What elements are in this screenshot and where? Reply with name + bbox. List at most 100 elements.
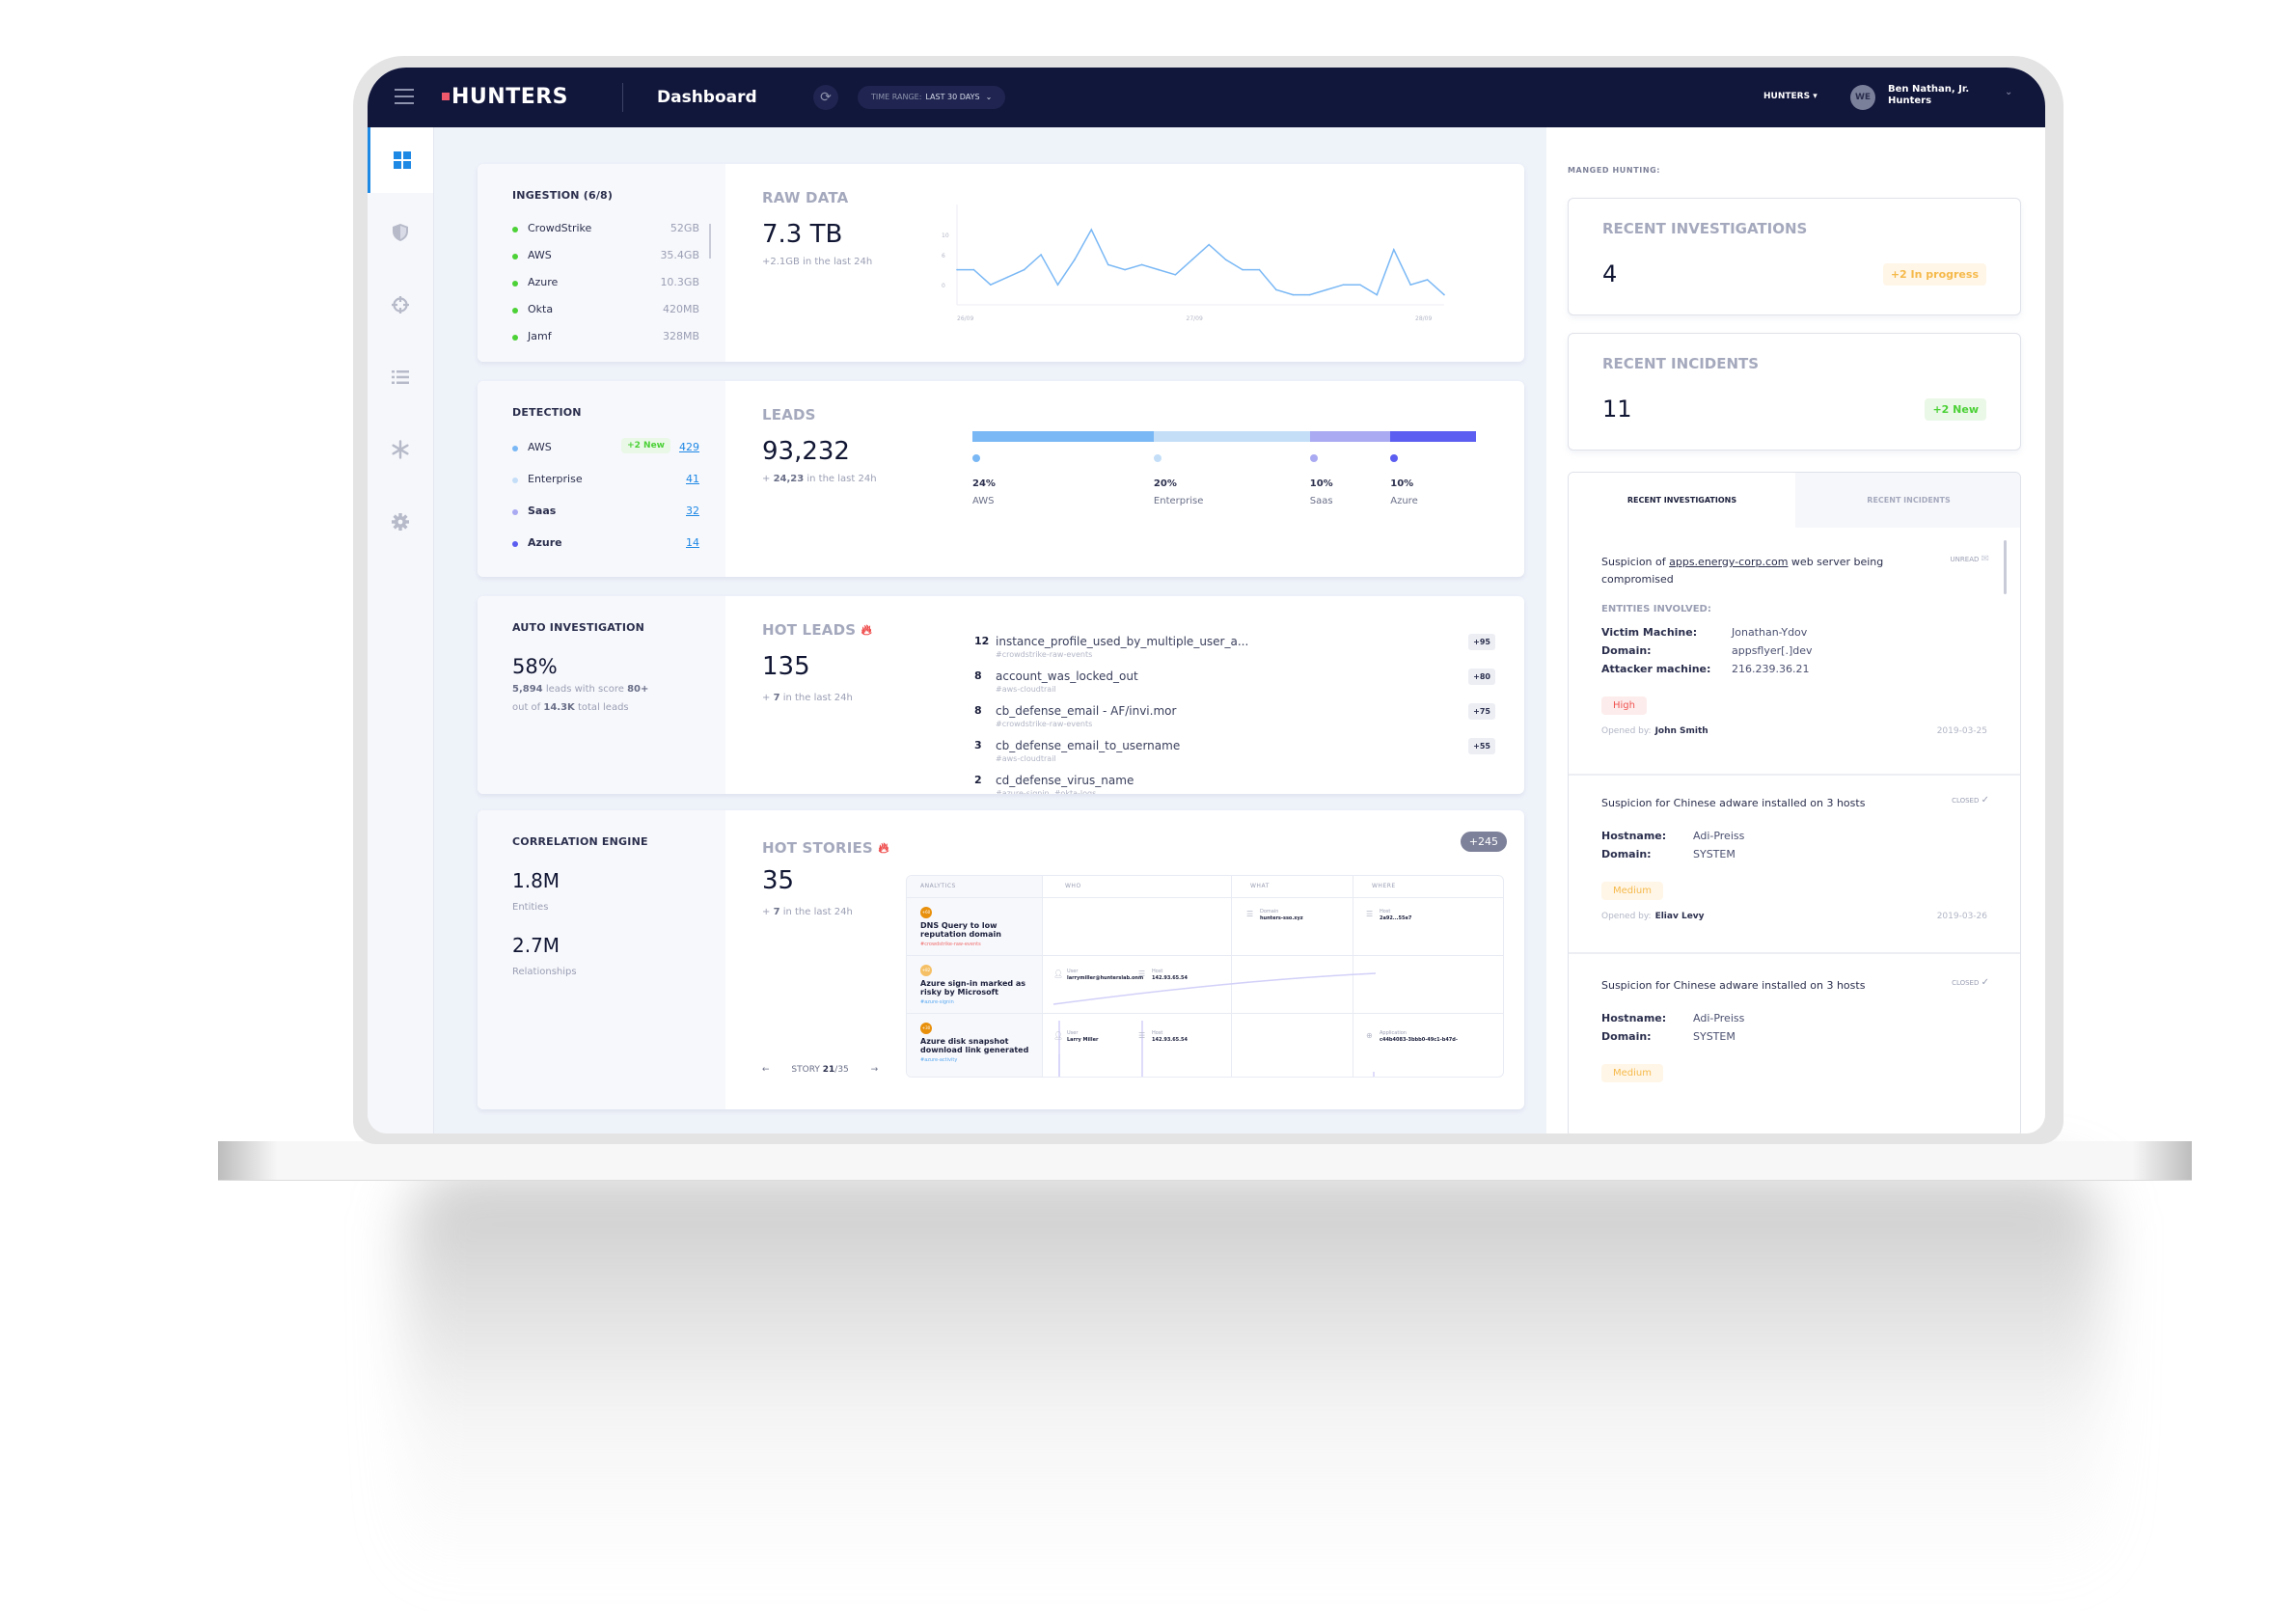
status-dot-icon [512, 281, 518, 287]
status-dot-icon [512, 254, 518, 259]
leads-segment [1153, 431, 1310, 442]
investigation-item[interactable]: Suspicion for Chinese adware installed o… [1569, 977, 2020, 1082]
detection-count-link[interactable]: 32 [686, 505, 699, 517]
status-dot-icon [512, 335, 518, 341]
new-badge: +2 New [1925, 398, 1986, 421]
relationships-value: 2.7M [512, 934, 560, 957]
time-range-dropdown[interactable]: TIME RANGE: LAST 30 DAYS ⌄ [858, 86, 1006, 109]
menu-icon[interactable] [395, 89, 414, 104]
tab-recent-investigations[interactable]: RECENT INVESTIGATIONS [1569, 473, 1795, 528]
hot-stories-panel: HOT STORIES 🔥︎ 35 + 7 in the last 24h +2… [725, 810, 1524, 1109]
detection-title: DETECTION [512, 406, 582, 419]
avatar[interactable]: WE [1850, 85, 1875, 110]
tab-recent-incidents[interactable]: RECENT INCIDENTS [1795, 473, 2020, 528]
data-point [1392, 249, 1395, 251]
ingestion-scrollbar[interactable] [709, 224, 711, 259]
source-size: 328MB [662, 330, 699, 342]
data-point [1224, 259, 1227, 260]
recent-investigations-card[interactable]: RECENT INVESTIGATIONS 4 +2 In progress [1568, 198, 2021, 315]
investigation-title: Suspicion for Chinese adware installed o… [1601, 797, 1866, 809]
sidebar-item-target[interactable] [368, 272, 433, 338]
leads-distribution-bar [972, 431, 1476, 442]
arrow-right-icon[interactable]: → [871, 1065, 879, 1075]
ingestion-source-row: Azure 10.3GB [512, 276, 699, 291]
correlation-panel: CORRELATION ENGINE 1.8M Entities 2.7M Re… [478, 810, 725, 1109]
category-dot-icon [512, 509, 518, 515]
sidebar-item-shield[interactable] [368, 200, 433, 265]
server-icon: ☰ [1246, 910, 1254, 918]
logo[interactable]: HUNTERS [442, 85, 568, 109]
status-dot-icon [512, 308, 518, 314]
detection-row: Saas 32 [512, 505, 699, 520]
lead-name: instance_profile_used_by_multiple_user_a… [996, 635, 1249, 648]
sidebar-item-list[interactable] [368, 344, 433, 410]
status-badge: CLOSED ✓ [1952, 795, 1989, 806]
dashboard-grid-icon [393, 151, 411, 169]
check-icon: ✓ [1981, 977, 1989, 988]
investigations-panel: RECENT INVESTIGATIONS RECENT INCIDENTS S… [1568, 472, 2021, 1133]
story-analytic-row[interactable]: +82 Azure sign-in marked as risky by Micr… [920, 965, 1036, 1005]
investigation-title: Suspicion of apps.energy-corp.com web se… [1601, 556, 1884, 586]
legend-dot-icon [1390, 454, 1399, 462]
domain-link[interactable]: apps.energy-corp.com [1669, 556, 1788, 568]
refresh-icon[interactable]: ⟳ [813, 85, 838, 110]
story-table: ANALYTICS WHO WHAT WHERE +60 DNS Query to… [906, 875, 1504, 1078]
data-point [1258, 268, 1261, 271]
y-tick-label: 6 [942, 253, 945, 259]
severity-badge: High [1601, 696, 1647, 715]
story-analytic-row[interactable]: +60 DNS Query to low reputation domain #cr… [920, 907, 1036, 947]
leads-title: LEADS [762, 406, 816, 423]
lead-tag: #crowdstrike-raw-events [996, 650, 1093, 659]
legend-percent: 20% [1153, 478, 1177, 489]
lead-rank: 2 [974, 774, 982, 786]
header-divider [622, 83, 623, 112]
detection-row: Enterprise 41 [512, 473, 699, 488]
detection-count-link[interactable]: 41 [686, 473, 699, 485]
data-point [1359, 284, 1361, 286]
data-point [990, 284, 992, 286]
data-point [1376, 293, 1379, 296]
user-info[interactable]: Ben Nathan, Jr. Hunters [1888, 84, 1969, 107]
lead-rank: 3 [974, 739, 982, 751]
sidebar-item-dashboard[interactable] [368, 127, 433, 193]
detection-card: DETECTION AWS +2 New 429 Enterprise 41 Saas 32… [478, 381, 1524, 577]
hot-lead-row[interactable]: 3 cb_defense_email_to_username #aws-cloudt… [974, 738, 1495, 772]
data-point [1190, 259, 1193, 260]
sidebar-item-settings[interactable] [368, 489, 433, 555]
detection-count-link[interactable]: 14 [686, 536, 699, 549]
auto-investigation-value: 58% [512, 655, 558, 678]
hot-lead-row[interactable]: 8 cb_defense_email - AF/invi.mor #crowdstr… [974, 703, 1495, 737]
detection-count-link[interactable]: 429 [679, 441, 699, 453]
story-analytic-row[interactable]: +30 Azure disk snapshot download link gen… [920, 1023, 1036, 1063]
org-dropdown[interactable]: HUNTERS ▾ [1763, 92, 1818, 101]
recent-investigations-title: RECENT INVESTIGATIONS [1602, 220, 1808, 237]
ingestion-source-row: Okta 420MB [512, 303, 699, 318]
user-icon: 👤︎ [1053, 1031, 1064, 1040]
data-point [1006, 276, 1009, 279]
data-point [1124, 268, 1126, 271]
entity-field: Victim Machine: Jonathan-Ydov [1601, 626, 1808, 639]
source-name: Okta [528, 303, 554, 315]
sidebar-item-snowflake[interactable] [368, 417, 433, 482]
detection-name: AWS [528, 441, 552, 453]
entity-field: Domain: appsflyer[.]dev [1601, 644, 1813, 657]
lead-tag: #crowdstrike-raw-events [996, 720, 1093, 728]
investigation-item[interactable]: Suspicion of apps.energy-corp.com web se… [1569, 554, 2020, 736]
leads-legend-item: 10% Azure [1390, 454, 1418, 506]
leads-segment [972, 431, 1154, 442]
stories-count-badge: +245 [1460, 832, 1507, 852]
hot-lead-row[interactable]: 12 instance_profile_used_by_multiple_user… [974, 634, 1495, 668]
legend-label: Azure [1390, 496, 1418, 506]
ingestion-source-row: CrowdStrike 52GB [512, 222, 699, 237]
analytic-title: DNS Query to low reputation domain [920, 921, 1001, 939]
entity-field: Attacker machine: 216.239.36.21 [1601, 663, 1810, 675]
chevron-down-icon[interactable]: ⌄ [2005, 87, 2012, 97]
recent-incidents-card[interactable]: RECENT INCIDENTS 11 +2 New [1568, 333, 2021, 451]
managed-hunting-panel: MANGED HUNTING: RECENT INVESTIGATIONS 4 … [1546, 127, 2045, 1133]
lead-score-badge: +55 [1468, 738, 1495, 754]
hot-lead-row[interactable]: 8 account_was_locked_out #aws-cloudtrail +8… [974, 669, 1495, 702]
hot-lead-row[interactable]: 2 cd_defense_virus_name #azure-signin, #ok… [974, 774, 1495, 794]
investigation-item[interactable]: Suspicion for Chinese adware installed o… [1569, 795, 2020, 921]
lead-name: account_was_locked_out [996, 669, 1138, 683]
arrow-left-icon[interactable]: ← [762, 1065, 770, 1075]
